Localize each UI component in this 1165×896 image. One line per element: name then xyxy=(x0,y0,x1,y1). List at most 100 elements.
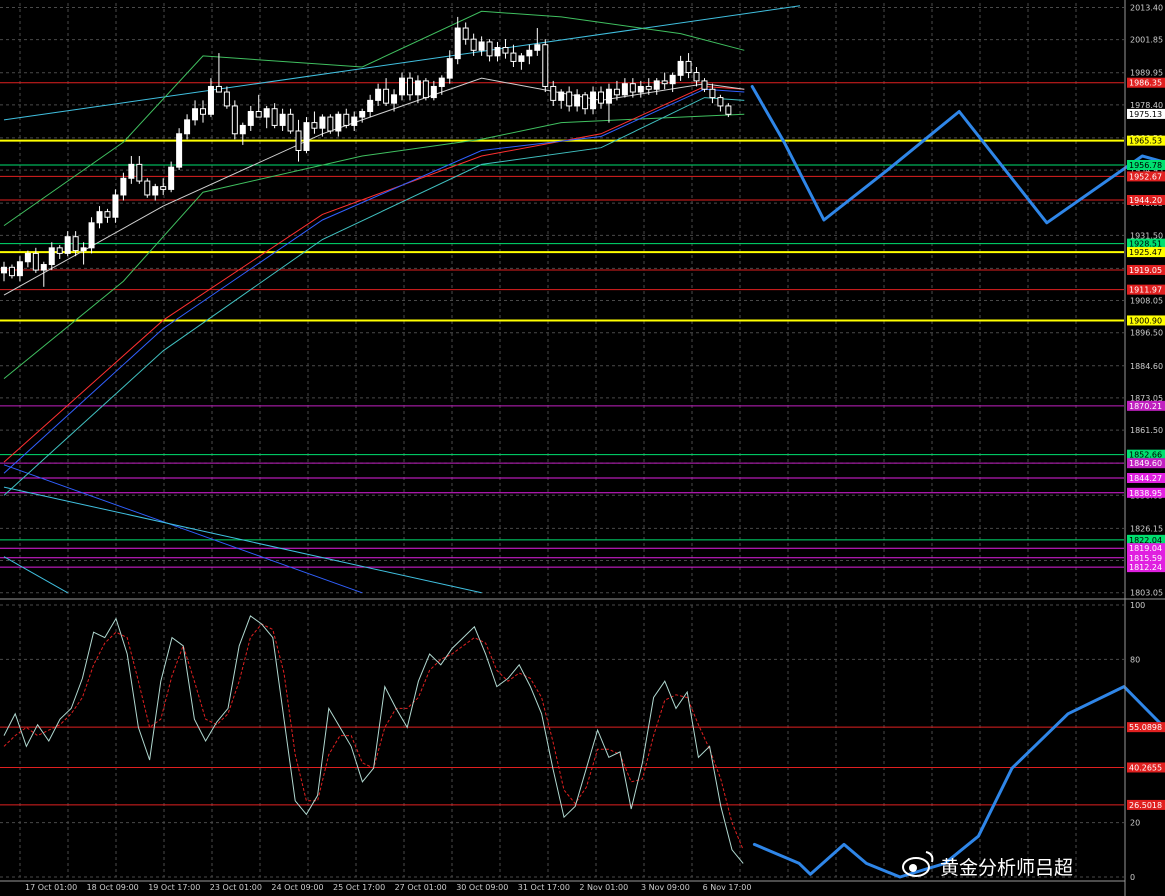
candle-body xyxy=(367,99,374,113)
candle-body xyxy=(215,85,222,93)
candle-body xyxy=(414,80,421,96)
candle-body xyxy=(693,72,700,82)
candle-body xyxy=(510,52,517,62)
time-tick-label: 27 Oct 01:00 xyxy=(395,883,447,892)
price-tick-label: 1803.05 xyxy=(1130,589,1163,598)
candle-body xyxy=(168,166,175,190)
time-tick-label: 19 Oct 17:00 xyxy=(148,883,200,892)
price-tick-label: 1908.05 xyxy=(1130,297,1163,306)
level-tag-label: 1919.05 xyxy=(1129,266,1162,275)
candle-body xyxy=(327,116,334,132)
level-tag-label: 1952.67 xyxy=(1129,172,1162,181)
level-tag-label: 55.0898 xyxy=(1129,723,1162,732)
candle-body xyxy=(24,252,31,263)
candle-body xyxy=(32,252,39,271)
candle-body xyxy=(725,105,732,115)
level-tag-label: 1870.21 xyxy=(1129,402,1162,411)
candle-body xyxy=(566,91,573,107)
candle-body xyxy=(446,58,453,79)
price-tick-label: 1896.50 xyxy=(1130,329,1163,338)
level-tag-label: 1815.59 xyxy=(1129,554,1162,563)
candle-body xyxy=(184,119,191,135)
candle-body xyxy=(239,124,246,135)
candle-body xyxy=(1,266,7,274)
candle-body xyxy=(80,247,87,252)
candle-body xyxy=(56,247,63,254)
candle-body xyxy=(271,108,278,126)
time-tick-label: 23 Oct 01:00 xyxy=(210,883,262,892)
candle-body xyxy=(526,49,533,57)
candle-body xyxy=(438,77,445,87)
candle-body xyxy=(263,108,270,118)
candle-body xyxy=(399,77,405,96)
price-tick-label: 1978.40 xyxy=(1130,101,1163,110)
candle-body xyxy=(709,88,716,99)
price-tick-label: 2013.40 xyxy=(1130,3,1163,12)
candle-body xyxy=(605,88,612,104)
candle-body xyxy=(223,91,230,107)
time-tick-label: 24 Oct 09:00 xyxy=(271,883,323,892)
candle-body xyxy=(558,91,565,101)
candle-body xyxy=(406,77,413,96)
candle-body xyxy=(64,236,71,254)
trading-chart: 2013.402001.851989.951978.401966.501954.… xyxy=(0,0,1165,896)
candle-body xyxy=(247,111,254,126)
candle-body xyxy=(598,91,604,104)
candle-body xyxy=(8,266,15,277)
candle-body xyxy=(128,163,135,179)
candle-body xyxy=(494,47,501,57)
stochastic-tick-label: 100 xyxy=(1130,601,1145,610)
candle-body xyxy=(144,180,151,196)
candle-body xyxy=(231,105,238,135)
candle-body xyxy=(701,80,708,90)
price-tick-label: 1826.15 xyxy=(1130,524,1163,533)
candle-body xyxy=(534,44,541,51)
candle-body xyxy=(430,85,437,99)
candle-body xyxy=(319,116,326,129)
candle-body xyxy=(375,88,382,101)
candle-body xyxy=(279,113,286,126)
candle-body xyxy=(176,133,183,168)
level-tag-label: 1819.04 xyxy=(1129,544,1162,553)
stochastic-tick-label: 0 xyxy=(1130,873,1135,882)
price-tick-label: 2001.85 xyxy=(1130,36,1163,45)
candle-body xyxy=(160,186,167,190)
candle-body xyxy=(462,27,469,40)
candle-body xyxy=(629,83,636,93)
time-tick-label: 2 Nov 01:00 xyxy=(579,883,628,892)
candle-body xyxy=(72,236,79,252)
candle-body xyxy=(207,85,214,115)
candle-body xyxy=(717,97,724,107)
candle-body xyxy=(613,88,620,96)
candle-body xyxy=(120,177,127,196)
level-tag-label: 1956.78 xyxy=(1129,161,1162,170)
candle-body xyxy=(295,130,302,151)
time-tick-label: 6 Nov 17:00 xyxy=(703,883,752,892)
level-tag-label: 1812.24 xyxy=(1129,563,1162,572)
candle-body xyxy=(669,74,676,85)
candle-body xyxy=(383,88,390,104)
candle-body xyxy=(359,111,366,118)
candle-body xyxy=(685,60,692,74)
candle-body xyxy=(621,83,628,96)
time-tick-label: 25 Oct 17:00 xyxy=(333,883,385,892)
candle-body xyxy=(582,94,589,110)
candle-body xyxy=(574,94,581,107)
candle-body xyxy=(470,38,477,51)
level-tag-label: 40.2655 xyxy=(1129,763,1162,772)
level-tag-label: 1900.90 xyxy=(1129,316,1162,325)
candle-body xyxy=(303,122,310,151)
candle-body xyxy=(152,186,159,196)
candle-body xyxy=(16,261,23,277)
candle-body xyxy=(311,122,318,129)
candle-body xyxy=(136,163,143,182)
candle-body xyxy=(255,111,262,118)
level-tag-label: 26.5018 xyxy=(1129,801,1162,810)
candle-body xyxy=(48,247,55,266)
candle-body xyxy=(104,211,111,218)
candle-body xyxy=(550,85,557,101)
price-tick-label: 1884.60 xyxy=(1130,362,1163,371)
time-tick-label: 3 Nov 09:00 xyxy=(641,883,690,892)
candle-body xyxy=(590,91,597,110)
candle-body xyxy=(637,85,644,93)
